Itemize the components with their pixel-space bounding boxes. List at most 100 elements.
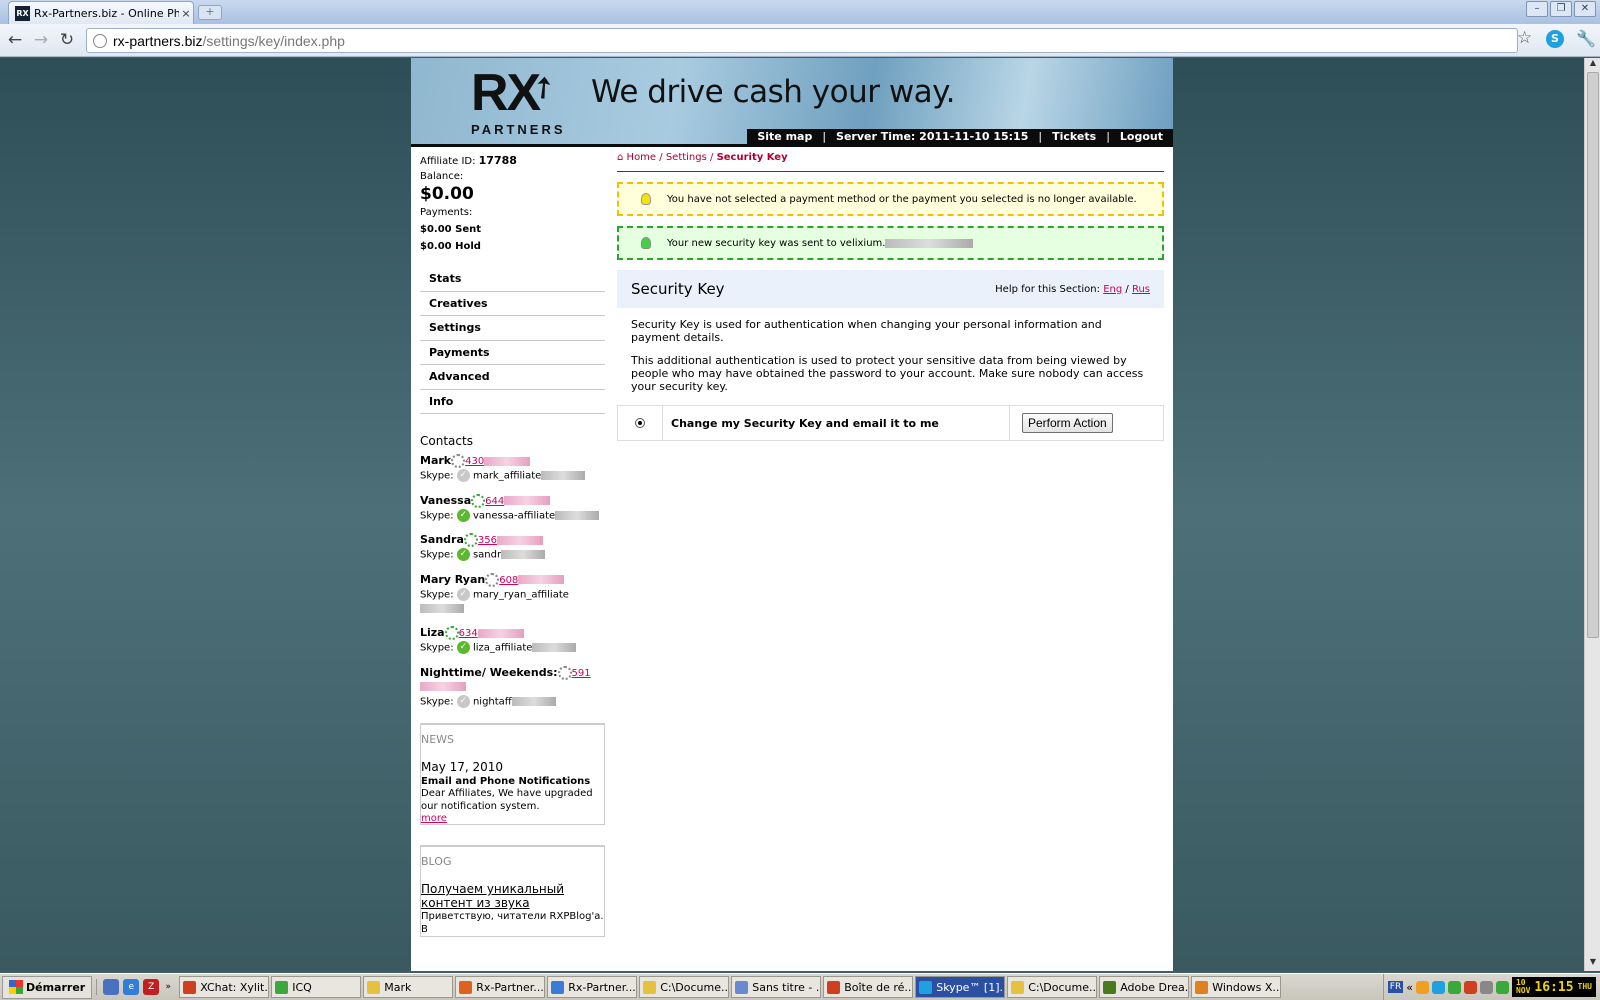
perform-action-button[interactable]: Perform Action <box>1022 413 1113 433</box>
menu-item-stats[interactable]: Stats <box>420 267 605 292</box>
taskbar-task[interactable]: ICQ <box>271 976 362 998</box>
taskbar-task[interactable]: Windows X... <box>1191 976 1282 998</box>
contact-item: Sandra 356 Skype: ✓ sandr <box>420 533 605 563</box>
reload-icon[interactable]: ↻ <box>56 30 78 52</box>
menu-item-creatives[interactable]: Creatives <box>420 292 605 316</box>
rx-partners-logo[interactable]: RX ➚ PARTNERS <box>471 66 575 142</box>
forward-icon[interactable]: → <box>30 30 52 52</box>
clock-date: 10 NOV <box>1516 979 1530 995</box>
close-icon[interactable]: ✕ <box>1574 1 1596 17</box>
left-sidebar: Affiliate ID: 17788 Balance: $0.00 Payme… <box>420 152 605 937</box>
affiliate-info: Affiliate ID: 17788 <box>420 152 605 170</box>
taskbar-task[interactable]: Skype™ [1]... <box>915 976 1006 998</box>
redacted-skype <box>555 510 600 520</box>
help-rus-link[interactable]: Rus <box>1132 284 1150 295</box>
affiliate-id: 17788 <box>478 154 517 167</box>
contact-skype[interactable]: liza_affiliate <box>473 643 533 654</box>
breadcrumb-settings[interactable]: Settings <box>666 152 707 163</box>
tray-expand[interactable]: « <box>1406 981 1413 994</box>
action-radio[interactable] <box>635 418 645 428</box>
sitemap-link[interactable]: Site map <box>747 130 822 143</box>
quick-launch-more[interactable]: » <box>163 979 173 995</box>
redacted-phone <box>518 575 565 584</box>
icq-tray-icon[interactable] <box>1447 980 1461 994</box>
taskbar-task[interactable]: Sans titre - ... <box>731 976 822 998</box>
skype-extension-icon[interactable]: S <box>1546 30 1564 48</box>
taskbar-task[interactable]: Rx-Partner... <box>455 976 546 998</box>
menu-item-settings[interactable]: Settings <box>420 316 605 341</box>
skype-tray-icon[interactable] <box>1431 980 1445 994</box>
contact-skype[interactable]: mark_affiliate <box>473 471 541 482</box>
bookmark-star-icon[interactable]: ☆ <box>1517 28 1532 48</box>
wrench-menu-icon[interactable]: 🔧 <box>1576 29 1596 48</box>
header-rule <box>411 144 1173 147</box>
contact-phone[interactable]: 608 <box>499 575 518 586</box>
contact-list: Mark 430 Skype: ✓ mark_affiliate Vanessa 644… <box>420 454 605 709</box>
task-app-icon <box>1103 980 1117 994</box>
filezilla-icon[interactable]: Z <box>143 979 160 995</box>
minimize-icon[interactable]: – <box>1526 1 1548 17</box>
volume-icon[interactable] <box>1495 980 1509 994</box>
contact-phone[interactable]: 644 <box>485 496 504 507</box>
contact-skype[interactable]: mary_ryan_affiliate <box>473 589 569 600</box>
task-app-icon <box>1195 980 1209 994</box>
restore-icon[interactable]: ❐ <box>1550 1 1572 17</box>
redacted-phone <box>420 682 466 691</box>
back-icon[interactable]: ← <box>4 30 26 52</box>
tickets-link[interactable]: Tickets <box>1042 130 1106 143</box>
blog-post-link[interactable]: Получаем уникальный контент из звука <box>421 882 571 910</box>
skype-label: Skype: <box>420 589 454 600</box>
logo-partners: PARTNERS <box>471 122 566 137</box>
start-button[interactable]: Démarrer <box>2 975 93 999</box>
task-app-icon <box>183 980 197 994</box>
redacted-skype <box>541 471 586 480</box>
help-eng-link[interactable]: Eng <box>1103 284 1122 295</box>
browser-tab[interactable]: RX Rx-Partners.biz - Online Pharm × <box>8 1 194 24</box>
action-row: Change my Security Key and email it to m… <box>617 405 1164 441</box>
logout-link[interactable]: Logout <box>1110 130 1173 143</box>
menu-item-payments[interactable]: Payments <box>420 341 605 365</box>
system-tray: FR « 10 NOV 16:15 THU <box>1382 974 1600 1000</box>
taskbar-task[interactable]: Adobe Drea... <box>1099 976 1190 998</box>
tab-close-icon[interactable]: × <box>179 7 193 20</box>
contact-skype[interactable]: vanessa-affiliate <box>473 510 555 521</box>
language-indicator[interactable]: FR <box>1387 981 1404 993</box>
contact-phone[interactable]: 356 <box>478 535 497 546</box>
taskbar-task[interactable]: C:\Docume... <box>639 976 730 998</box>
clock[interactable]: 10 NOV 16:15 THU <box>1511 977 1596 997</box>
task-label: Rx-Partner... <box>476 980 544 994</box>
taskbar-task[interactable]: C:\Docume... <box>1007 976 1098 998</box>
menu-item-advanced[interactable]: Advanced <box>420 365 605 390</box>
contact-phone[interactable]: 634 <box>459 628 478 639</box>
scroll-thumb[interactable] <box>1587 72 1599 638</box>
top-nav: Site map | Server Time: 2011-11-10 15:15… <box>747 129 1173 144</box>
contact-skype[interactable]: nightaff <box>473 696 512 707</box>
icq-status-icon <box>471 493 486 508</box>
scroll-down-icon[interactable]: ▼ <box>1585 957 1600 971</box>
tray-app-icon[interactable] <box>1463 980 1477 994</box>
tray-app-icon[interactable] <box>1415 980 1429 994</box>
taskbar-task[interactable]: Rx-Partner... <box>547 976 638 998</box>
icq-status-icon <box>557 665 572 680</box>
show-desktop-icon[interactable] <box>103 979 120 995</box>
menu-item-info[interactable]: Info <box>420 390 605 414</box>
address-bar[interactable]: rx-partners.biz/settings/key/index.php <box>86 28 1518 53</box>
vertical-scrollbar[interactable]: ▲ ▼ <box>1584 58 1600 971</box>
breadcrumb-home[interactable]: Home <box>627 152 657 163</box>
network-icon[interactable] <box>1479 980 1493 994</box>
contact-phone[interactable]: 430 <box>465 456 484 467</box>
warning-text: You have not selected a payment method o… <box>667 193 1137 205</box>
skype-status-icon: ✓ <box>456 508 470 522</box>
new-tab-button[interactable]: + <box>198 5 222 20</box>
contact-item: Mary Ryan 608 Skype: ✓ mary_ryan_affiliate <box>420 572 605 617</box>
taskbar-task[interactable]: Mark <box>363 976 454 998</box>
contact-phone[interactable]: 591 <box>572 668 591 679</box>
taskbar-task[interactable]: XChat: Xylit... <box>179 976 270 998</box>
redacted-phone <box>497 535 543 545</box>
scroll-up-icon[interactable]: ▲ <box>1585 58 1600 72</box>
news-more-link[interactable]: more <box>421 813 604 824</box>
taskbar-task[interactable]: Boîte de ré... <box>823 976 914 998</box>
contact-skype[interactable]: sandr <box>473 550 501 561</box>
ie-icon[interactable]: e <box>123 979 140 995</box>
clock-time: 16:15 <box>1534 979 1574 995</box>
